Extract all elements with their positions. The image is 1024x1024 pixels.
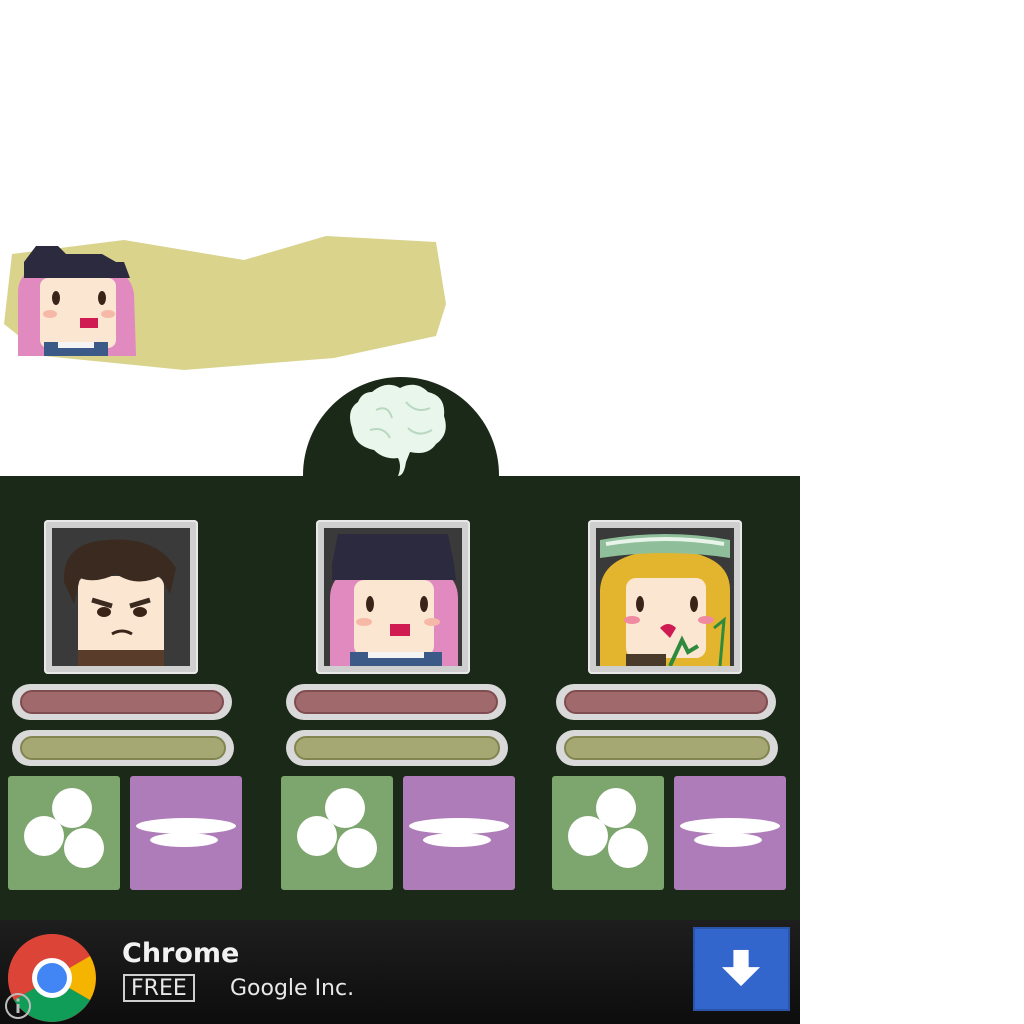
action-button-split[interactable] bbox=[8, 776, 120, 890]
three-circles-icon bbox=[297, 788, 377, 868]
info-icon[interactable] bbox=[0, 984, 40, 1024]
pink-hair-girl-avatar-icon bbox=[18, 246, 136, 356]
pink-hair-girl-portrait-icon bbox=[324, 528, 462, 666]
action-button-defend[interactable] bbox=[403, 776, 515, 890]
action-button-defend[interactable] bbox=[674, 776, 786, 890]
stamina-bar bbox=[286, 730, 508, 766]
stamina-bar bbox=[12, 730, 234, 766]
portrait-frame[interactable] bbox=[44, 520, 198, 674]
stamina-bar bbox=[556, 730, 778, 766]
ad-app-name: Chrome bbox=[122, 938, 240, 969]
brown-hair-boy-portrait-icon bbox=[52, 528, 190, 666]
three-circles-icon bbox=[568, 788, 648, 868]
ad-price-badge: FREE bbox=[123, 974, 195, 1002]
brain-icon bbox=[350, 384, 446, 476]
ad-publisher: Google Inc. bbox=[230, 976, 355, 1001]
flat-disc-icon bbox=[136, 818, 236, 847]
portrait-frame[interactable] bbox=[588, 520, 742, 674]
speech-bubble bbox=[4, 236, 446, 370]
character-column-3 bbox=[544, 520, 786, 900]
portrait-frame[interactable] bbox=[316, 520, 470, 674]
three-circles-icon bbox=[24, 788, 104, 868]
action-button-split[interactable] bbox=[552, 776, 664, 890]
game-screen: Chrome FREE Google Inc. bbox=[0, 0, 1024, 1024]
character-board bbox=[0, 476, 800, 920]
ad-download-button[interactable] bbox=[693, 927, 790, 1011]
download-arrow-icon bbox=[721, 949, 761, 987]
flat-disc-icon bbox=[680, 818, 780, 847]
health-bar bbox=[12, 684, 232, 720]
health-bar bbox=[286, 684, 506, 720]
action-button-defend[interactable] bbox=[130, 776, 242, 890]
health-bar bbox=[556, 684, 776, 720]
flat-disc-icon bbox=[409, 818, 509, 847]
character-column-2 bbox=[272, 520, 515, 900]
blonde-hair-girl-portrait-icon bbox=[596, 528, 734, 666]
action-button-split[interactable] bbox=[281, 776, 393, 890]
character-column-1 bbox=[0, 520, 242, 900]
ad-banner[interactable]: Chrome FREE Google Inc. bbox=[0, 920, 800, 1024]
